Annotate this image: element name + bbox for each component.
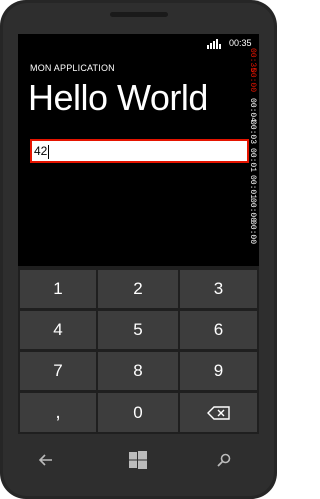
back-button[interactable] <box>30 446 62 474</box>
numeric-keypad: 1 2 3 4 5 6 7 8 9 , 0 <box>18 266 259 434</box>
status-bar: 00:35 <box>18 34 259 54</box>
input-value: 42 <box>34 144 48 158</box>
backspace-icon <box>206 405 230 420</box>
key-1[interactable]: 1 <box>20 270 96 308</box>
frame-rate-counter: 00:35 00:00 00:04 00:03 00:01 00:01 00:0… <box>244 48 259 248</box>
number-input[interactable]: 42 <box>30 139 249 163</box>
key-0[interactable]: 0 <box>98 393 178 432</box>
key-3[interactable]: 3 <box>180 270 257 308</box>
phone-frame: 00:35 MON APPLICATION Hello World 42 00:… <box>0 0 277 499</box>
app-name: MON APPLICATION <box>30 63 115 73</box>
key-7[interactable]: 7 <box>20 352 96 390</box>
search-button[interactable] <box>208 446 240 474</box>
hardware-nav-bar <box>0 438 277 488</box>
key-comma[interactable]: , <box>20 393 96 432</box>
screen: 00:35 MON APPLICATION Hello World 42 00:… <box>18 34 259 434</box>
back-arrow-icon <box>39 454 52 466</box>
windows-logo-icon <box>129 451 147 469</box>
start-button[interactable] <box>122 446 154 474</box>
key-4[interactable]: 4 <box>20 311 96 349</box>
earpiece <box>110 12 168 17</box>
signal-icon <box>207 39 221 49</box>
key-9[interactable]: 9 <box>180 352 257 390</box>
key-2[interactable]: 2 <box>98 270 178 308</box>
key-8[interactable]: 8 <box>98 352 178 390</box>
text-caret <box>48 144 50 159</box>
page-title: Hello World <box>28 77 208 118</box>
key-5[interactable]: 5 <box>98 311 178 349</box>
backspace-key[interactable] <box>180 393 257 432</box>
search-icon <box>217 453 231 467</box>
key-6[interactable]: 6 <box>180 311 257 349</box>
status-time: 00:35 <box>229 38 252 48</box>
